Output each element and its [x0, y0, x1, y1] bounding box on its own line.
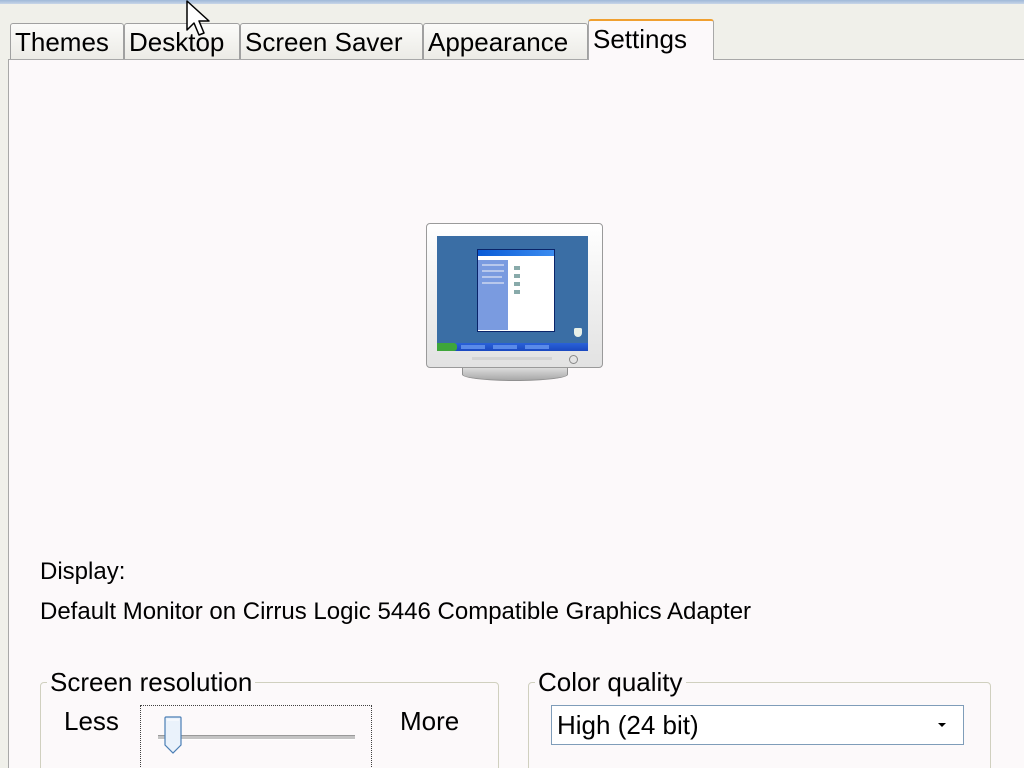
display-properties-window: Themes Desktop Screen Saver Appearance S… — [0, 0, 1024, 768]
tab-themes[interactable]: Themes — [10, 23, 124, 59]
preview-taskbar — [437, 343, 588, 351]
screen-resolution-title: Screen resolution — [47, 667, 256, 698]
tab-appearance[interactable]: Appearance — [423, 23, 588, 59]
color-quality-title: Color quality — [535, 667, 686, 698]
color-quality-select[interactable]: High (24 bit) — [551, 705, 964, 745]
tab-desktop[interactable]: Desktop — [124, 23, 240, 59]
color-quality-value: High (24 bit) — [557, 710, 699, 740]
slider-thumb[interactable] — [164, 716, 182, 754]
settings-panel — [8, 59, 1024, 768]
monitor-bezel — [426, 223, 603, 368]
preview-window — [477, 249, 555, 332]
title-bar-edge — [0, 0, 1024, 4]
display-device-name: Default Monitor on Cirrus Logic 5446 Com… — [40, 598, 752, 625]
display-label: Display: — [40, 558, 126, 585]
more-label: More — [400, 706, 460, 736]
tab-screen-saver[interactable]: Screen Saver — [240, 23, 423, 59]
monitor-icon — [426, 223, 603, 383]
slider-track — [158, 735, 355, 740]
monitor-screen-preview — [437, 236, 588, 351]
tab-settings[interactable]: Settings — [588, 19, 714, 60]
shield-icon — [574, 328, 582, 337]
resolution-slider[interactable] — [140, 705, 372, 768]
power-button-icon — [569, 355, 578, 364]
chevron-down-icon[interactable] — [938, 723, 946, 727]
less-label: Less — [64, 706, 119, 736]
mouse-cursor-icon — [186, 0, 210, 36]
monitor-stand — [462, 368, 568, 381]
